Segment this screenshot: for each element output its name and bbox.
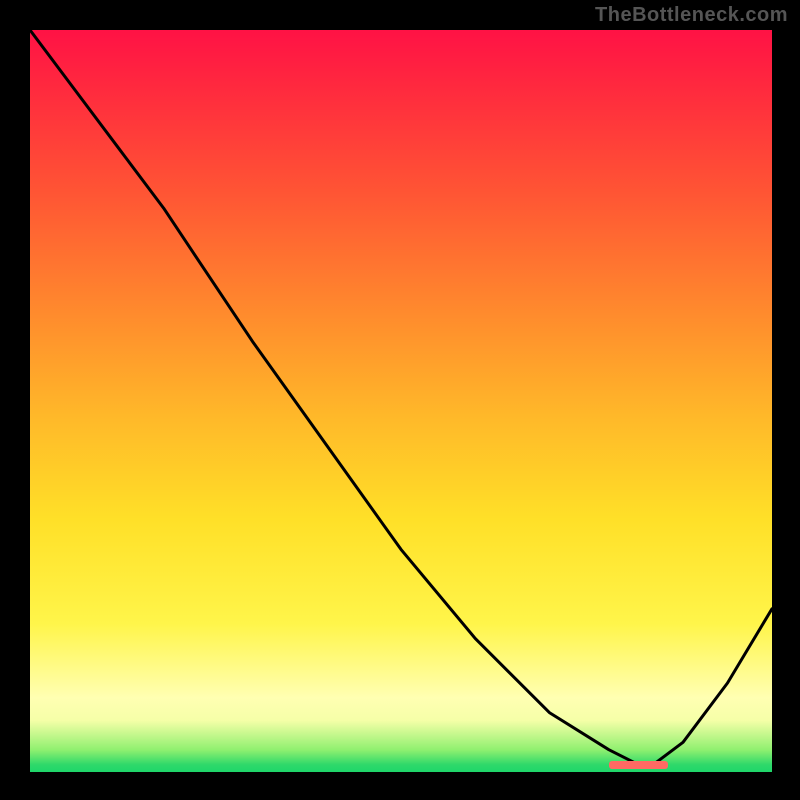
bottleneck-curve <box>30 30 772 772</box>
chart-container: TheBottleneck.com <box>0 0 800 800</box>
optimal-range-marker <box>609 761 668 769</box>
plot-area <box>30 30 772 772</box>
watermark-text: TheBottleneck.com <box>595 4 788 27</box>
